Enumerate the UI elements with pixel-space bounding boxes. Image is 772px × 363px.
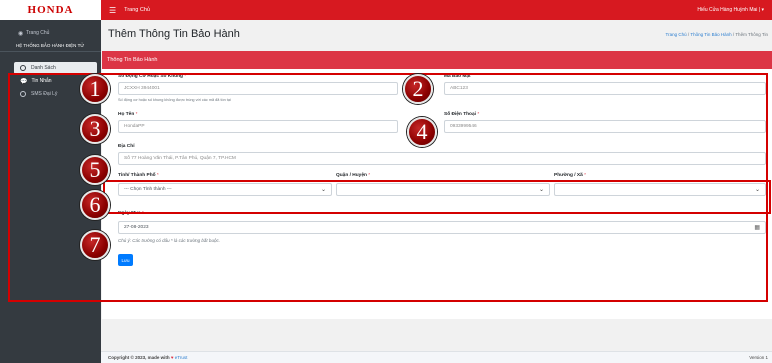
annotation-badge-2: 2 [403,74,433,104]
breadcrumb-separator: / [687,32,690,37]
breadcrumb-separator: / [732,32,735,37]
brand-logo[interactable]: HONDA [0,0,101,20]
page-title: Thêm Thông Tin Bảo Hành [108,28,240,40]
top-bar: HONDA ☰ Trang Chủ Hiếu Cửa Hàng Huỳnh Ma… [0,0,772,20]
version-text: Version 1 [749,355,768,360]
footer-brand-link[interactable]: eTrust [175,355,188,360]
annotation-badge-7: 7 [80,230,110,260]
breadcrumb-warranty[interactable]: Thông Tin Bảo Hành [690,32,731,37]
copyright-text: Copyright © 2023, made with [108,355,170,360]
user-menu[interactable]: Hiếu Cửa Hàng Huỳnh Mai | ▾ [697,7,764,13]
breadcrumb-home[interactable]: Trang Chủ [666,32,687,37]
circle-icon [20,65,26,71]
annotation-badge-1: 1 [80,74,110,104]
nav-home-link[interactable]: Trang Chủ [124,7,150,13]
sidebar-group-label[interactable]: HỆ THỐNG BẢO HÀNH ĐIỆN TỬ [0,40,101,52]
annotation-badge-6: 6 [80,190,110,220]
annotation-badge-4: 4 [407,117,437,147]
sidebar-item-home[interactable]: ◉ Trang Chủ [0,26,101,40]
navbar: ☰ Trang Chủ Hiếu Cửa Hàng Huỳnh Mai | ▾ [101,0,772,20]
card-header: Thông Tin Bảo Hành [102,51,772,69]
heart-icon: ♥ [170,355,174,360]
annotation-badge-5: 5 [80,155,110,185]
annotation-badge-3: 3 [80,114,110,144]
logo-text: HONDA [27,4,74,16]
sidebar-item-label: Danh Sách [31,65,56,71]
footer: Copyright © 2023, made with ♥ eTrust Ver… [101,351,772,363]
breadcrumb-current: Thêm Thông Tin [735,32,768,37]
annotation-address-box [103,180,771,214]
sidebar-home-label: Trang Chủ [26,30,50,36]
hamburger-icon[interactable]: ☰ [109,6,116,15]
dashboard-icon: ◉ [18,30,24,37]
breadcrumb: Trang Chủ / Thông Tin Bảo Hành / Thêm Th… [666,32,768,37]
